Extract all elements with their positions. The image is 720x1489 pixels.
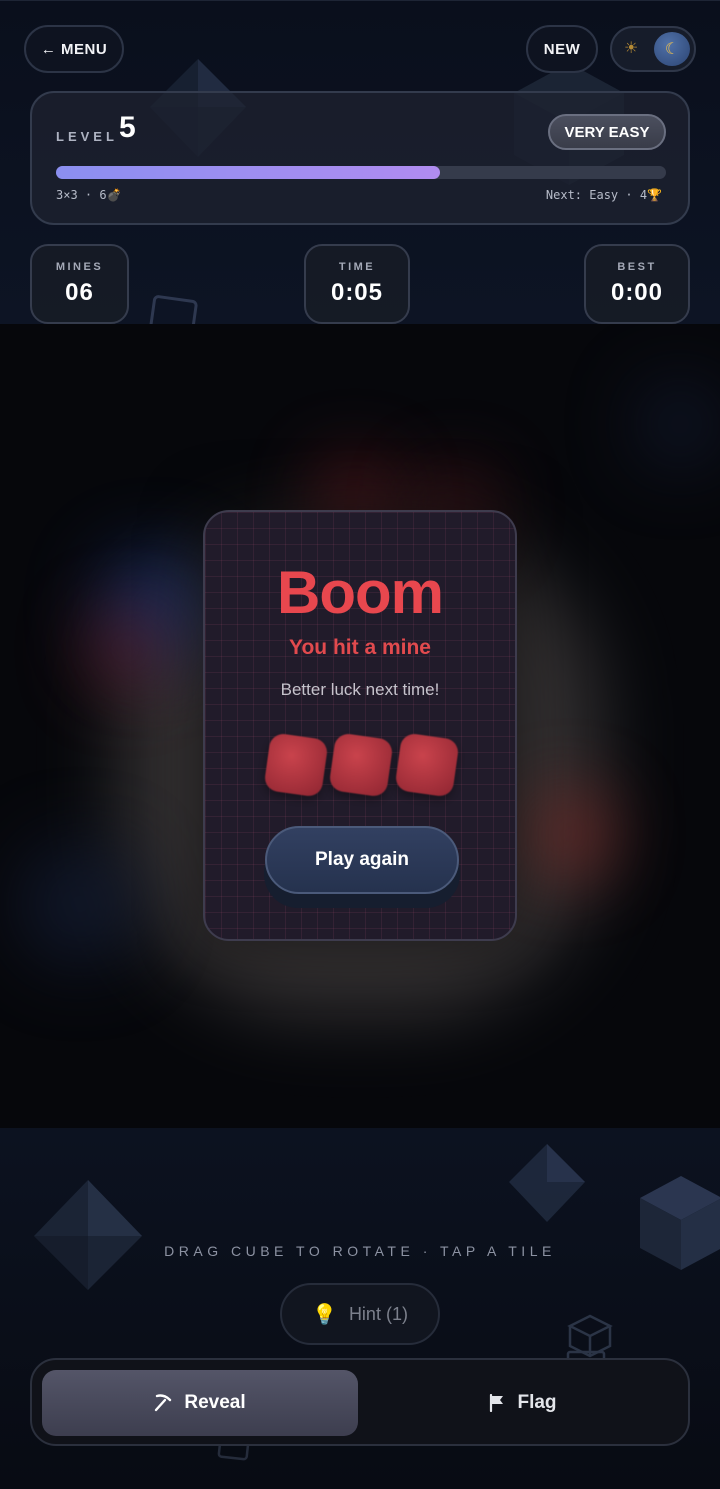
blurred-tile xyxy=(530,794,610,874)
sun-icon: ☀ xyxy=(624,40,639,57)
pickaxe-icon xyxy=(155,1394,172,1412)
mines-counter: MINES 06 xyxy=(30,244,129,324)
hint-button[interactable]: 💡 Hint (1) xyxy=(280,1283,440,1345)
mine-tile xyxy=(328,732,394,798)
instructions-text: DRAG CUBE TO ROTATE · TAP A TILE xyxy=(164,1243,556,1259)
difficulty-badge: VERY EASY xyxy=(548,114,666,150)
new-game-button[interactable]: NEW xyxy=(526,25,598,73)
blurred-tile xyxy=(90,614,160,684)
level-number: 5 xyxy=(119,111,136,144)
flag-label: Flag xyxy=(517,1392,557,1413)
blurred-tile xyxy=(640,384,720,464)
theme-toggle[interactable]: ☀ ☾ xyxy=(610,26,696,72)
action-mode-bar: Reveal Flag xyxy=(30,1358,690,1446)
mine-tile xyxy=(263,732,329,798)
game-over-modal: Boom You hit a mine Better luck next tim… xyxy=(203,510,517,941)
flag-icon xyxy=(490,1394,504,1412)
mines-label: MINES xyxy=(55,261,104,273)
play-again-button[interactable]: Play again xyxy=(265,826,459,894)
octahedron-decoration xyxy=(34,1180,142,1290)
level-label: LEVEL xyxy=(56,129,118,144)
best-label: BEST xyxy=(617,261,657,273)
time-label: TIME xyxy=(338,261,376,273)
blurred-tile xyxy=(20,844,140,964)
best-value: 0:00 xyxy=(610,279,664,306)
octahedron-decoration xyxy=(509,1144,585,1222)
time-value: 0:05 xyxy=(330,279,384,306)
next-level-info: Next: Easy · 4🏆 xyxy=(545,188,662,202)
reveal-button[interactable]: Reveal xyxy=(42,1370,358,1436)
mine-tile xyxy=(394,732,460,798)
grid-info: 3×3 · 6💣 xyxy=(56,188,122,202)
hint-label: Hint (1) xyxy=(348,1303,408,1324)
modal-message: Better luck next time! xyxy=(280,680,440,699)
best-time: BEST 0:00 xyxy=(584,244,690,324)
modal-title: Boom xyxy=(277,559,444,626)
level-card: LEVEL 5 VERY EASY 3×3 · 6💣 Next: Easy · … xyxy=(30,91,690,225)
flag-button[interactable]: Flag xyxy=(366,1370,680,1436)
level-progress-bar xyxy=(56,166,666,179)
moon-icon: ☾ xyxy=(654,32,690,66)
modal-subtitle: You hit a mine xyxy=(289,636,431,659)
mines-value: 06 xyxy=(65,279,94,306)
lightbulb-icon: 💡 xyxy=(312,1303,337,1326)
level-progress-fill xyxy=(56,166,441,179)
menu-button[interactable]: ← MENU xyxy=(24,25,124,73)
timer: TIME 0:05 xyxy=(304,244,410,324)
reveal-label: Reveal xyxy=(184,1392,246,1413)
